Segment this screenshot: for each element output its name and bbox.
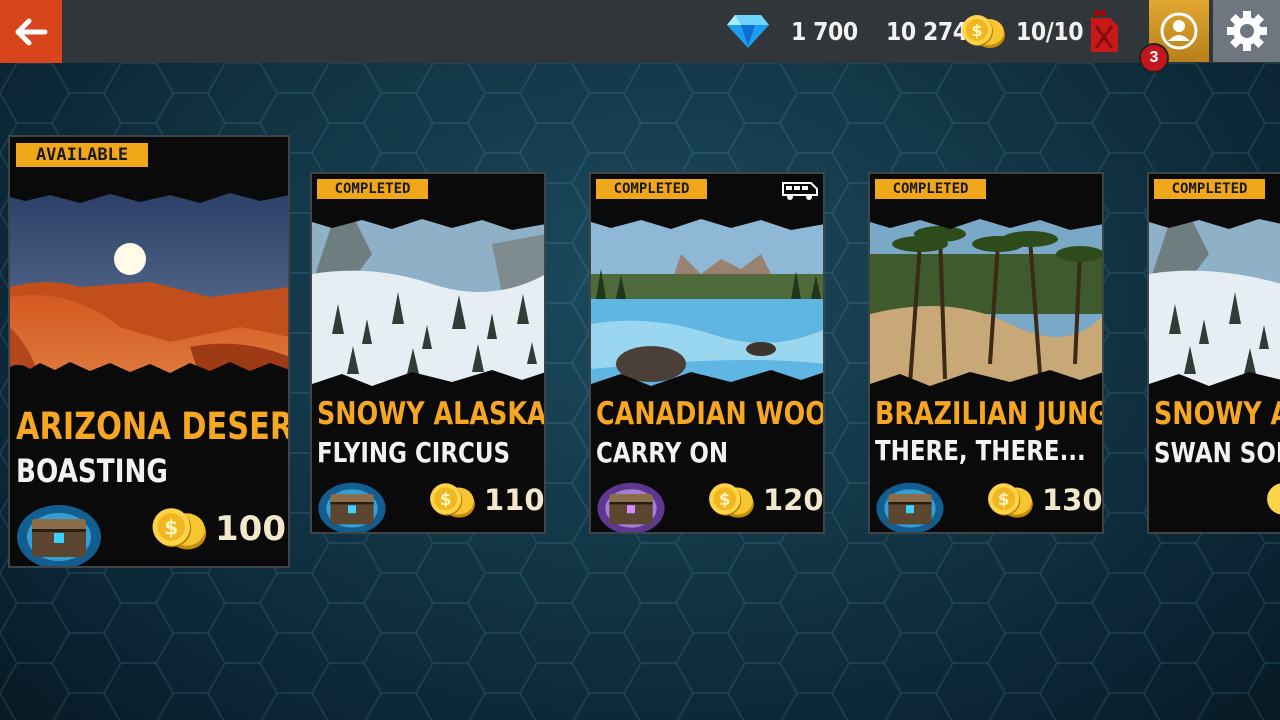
fuel-count: 10/10 bbox=[1016, 17, 1084, 46]
mission-card[interactable]: COMPLETED BRAZILIAN JUNGLE THERE, THERE.… bbox=[868, 172, 1104, 534]
status-badge: COMPLETED bbox=[1154, 179, 1265, 199]
mission-name: CARRY ON bbox=[596, 436, 729, 469]
mission-reward: 130 bbox=[1042, 483, 1103, 517]
mission-preview-image bbox=[1149, 214, 1280, 394]
mission-name: FLYING CIRCUS bbox=[317, 436, 511, 469]
coin-icon: $ bbox=[709, 483, 754, 518]
mission-card[interactable]: AVAILABLE ARIZONA DESERT BOASTING $ 100 bbox=[8, 135, 290, 568]
top-bar: 1 700 10 274 $ 10/10 3 bbox=[0, 0, 1280, 73]
mission-name: SWAN SONG bbox=[1154, 436, 1280, 469]
notification-badge: 3 bbox=[1139, 43, 1169, 73]
coin-icon: $ bbox=[430, 483, 475, 518]
mission-region: SNOWY ALASKA bbox=[317, 396, 546, 432]
mission-region: CANADIAN WOODS bbox=[596, 396, 825, 432]
status-badge: COMPLETED bbox=[875, 179, 986, 199]
mission-reward: 120 bbox=[763, 483, 824, 517]
coin-icon bbox=[1267, 483, 1280, 515]
mission-card[interactable]: COMPLETED SNOWY ALA SWAN SONG bbox=[1147, 172, 1280, 534]
svg-text:$: $ bbox=[719, 490, 731, 509]
mission-reward: 110 bbox=[484, 483, 545, 517]
mission-name: THERE, THERE... bbox=[875, 434, 1086, 467]
bus-icon bbox=[782, 182, 818, 200]
chest-icon bbox=[597, 482, 665, 532]
mission-name: BOASTING bbox=[16, 452, 168, 490]
coin-icon: $ bbox=[962, 15, 1005, 48]
svg-text:$: $ bbox=[971, 21, 982, 40]
status-badge: COMPLETED bbox=[596, 179, 707, 199]
mission-preview-image bbox=[312, 214, 544, 394]
mission-card[interactable]: COMPLETED CANADIAN WOODS CARRY ON $ bbox=[589, 172, 825, 534]
coin-icon: $ bbox=[988, 483, 1033, 518]
coins-count: 10 274 bbox=[886, 17, 968, 46]
mission-region: SNOWY ALA bbox=[1154, 396, 1280, 432]
status-badge: AVAILABLE bbox=[16, 143, 148, 167]
status-badge: COMPLETED bbox=[317, 179, 428, 199]
chest-icon bbox=[17, 505, 101, 566]
arrow-left-icon bbox=[15, 18, 48, 45]
gear-icon bbox=[1226, 11, 1267, 51]
gems-count: 1 700 bbox=[791, 17, 858, 46]
mission-reward: 100 bbox=[215, 509, 286, 549]
user-icon bbox=[1160, 12, 1198, 50]
coin-icon: $ bbox=[152, 508, 207, 550]
mission-region: BRAZILIAN JUNGLE bbox=[875, 396, 1102, 432]
chest-icon bbox=[318, 482, 386, 532]
diamond-icon bbox=[727, 15, 769, 48]
back-button[interactable] bbox=[0, 0, 62, 63]
fuel-can-icon bbox=[1091, 10, 1118, 52]
svg-text:$: $ bbox=[440, 490, 452, 509]
mission-region: ARIZONA DESERT bbox=[16, 405, 290, 448]
mission-preview-image bbox=[591, 214, 823, 394]
chest-icon bbox=[876, 482, 944, 532]
svg-text:$: $ bbox=[998, 490, 1010, 509]
settings-button[interactable] bbox=[1213, 0, 1280, 62]
mission-card[interactable]: COMPLETED SNOWY ALASKA FLYING CIRCUS $ 1… bbox=[310, 172, 546, 534]
mission-preview-image bbox=[870, 214, 1102, 394]
svg-text:$: $ bbox=[164, 516, 178, 540]
